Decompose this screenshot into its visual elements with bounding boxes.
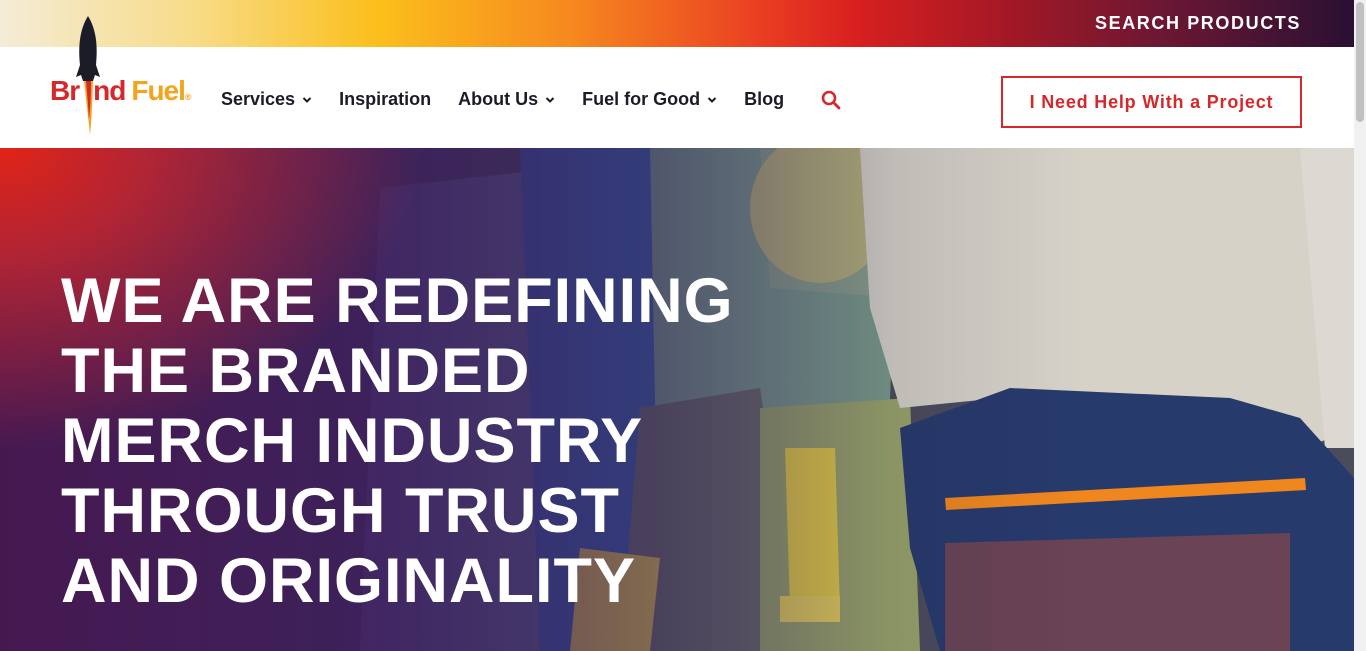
- site-header: Br nd Fuel ® Services Inspiration About Us …: [0, 16, 1354, 148]
- main-nav: Services Inspiration About Us Fuel for G…: [221, 89, 841, 110]
- chevron-down-icon: [545, 96, 555, 103]
- logo-registered-mark: ®: [184, 92, 192, 102]
- nav-item-label: Services: [221, 89, 296, 109]
- help-with-project-button[interactable]: I Need Help With a Project: [1001, 76, 1302, 128]
- nav-item-inspiration[interactable]: Inspiration: [339, 89, 431, 110]
- top-gradient-bar: SEARCH PRODUCTS: [0, 0, 1354, 47]
- search-products-link[interactable]: SEARCH PRODUCTS: [1095, 13, 1301, 34]
- logo-brand-part-2: nd: [93, 75, 126, 106]
- chevron-down-icon: [302, 96, 312, 103]
- hero-headline: WE ARE REDEFINING THE BRANDED MERCH INDU…: [61, 266, 734, 616]
- logo-brand-part-1: Br: [50, 75, 80, 106]
- nav-item-about-us[interactable]: About Us: [458, 89, 555, 110]
- page-scrollbar[interactable]: [1354, 0, 1366, 651]
- scrollbar-thumb[interactable]: [1356, 2, 1364, 122]
- chevron-down-icon: [707, 96, 717, 103]
- hero-section: WE ARE REDEFINING THE BRANDED MERCH INDU…: [0, 148, 1354, 651]
- nav-item-blog[interactable]: Blog: [744, 89, 784, 110]
- nav-item-label: Fuel for Good: [582, 89, 701, 109]
- logo-wordmark: Br nd Fuel ®: [50, 75, 191, 107]
- nav-item-label: About Us: [458, 89, 539, 109]
- nav-item-fuel-for-good[interactable]: Fuel for Good: [582, 89, 717, 110]
- search-icon[interactable]: [821, 90, 841, 110]
- brandfuel-logo[interactable]: Br nd Fuel ®: [50, 15, 194, 137]
- logo-fuel-text: Fuel: [131, 75, 186, 106]
- nav-item-label: Blog: [744, 89, 785, 109]
- nav-item-services[interactable]: Services: [221, 89, 312, 110]
- nav-item-label: Inspiration: [339, 89, 432, 109]
